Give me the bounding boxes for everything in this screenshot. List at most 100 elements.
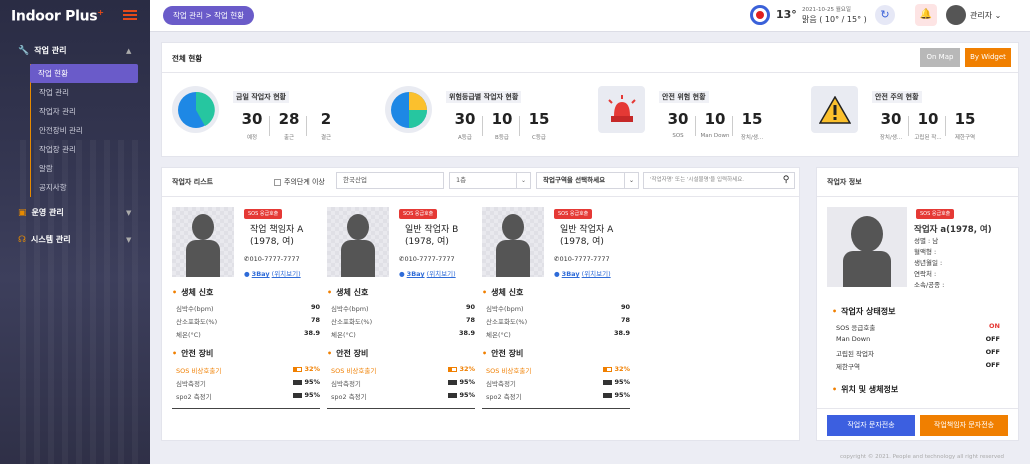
stat-value: 28 xyxy=(278,110,300,128)
sidebar-item-work-status[interactable]: 작업 현황 xyxy=(30,64,138,83)
stat-title: 금일 작업자 현황 xyxy=(233,91,289,103)
stat-title: 안전 위험 현황 xyxy=(659,91,709,103)
stat-label: Man Down xyxy=(700,133,730,139)
worker-card[interactable]: SOS 응급호출 일반 작업자 B (1978, 여) ✆010-7777-777… xyxy=(327,207,477,409)
sidebar-group-operation[interactable]: ▣ 운영 관리 ▼ xyxy=(18,207,131,218)
chevron-down-icon: ⌄ xyxy=(516,173,530,188)
checkbox[interactable] xyxy=(274,178,281,186)
worker-card[interactable]: SOS 응급호출 작업 책임자 A (1978, 여) ✆010-7777-777… xyxy=(172,207,322,409)
stat-label: C등급 xyxy=(532,135,546,141)
equipment-row: SOS 비상호출기 32% xyxy=(176,365,320,375)
stat-value: 30 xyxy=(667,110,689,128)
breadcrumb[interactable]: 작업 관리 > 작업 현황 xyxy=(163,6,255,25)
equipment-row: SOS 비상호출기 32% xyxy=(486,365,630,375)
by-widget-button[interactable]: By Widget xyxy=(965,48,1011,67)
equipment-row: SOS 비상호출기 32% xyxy=(331,365,475,375)
equipment-row: spo2 측정기 95% xyxy=(486,391,630,401)
sidebar-item-notice[interactable]: 공지사항 xyxy=(31,178,138,197)
vital-row: 산소포화도(%) 78 xyxy=(331,316,475,326)
sidebar-item-site-manage[interactable]: 작업장 관리 xyxy=(31,140,138,159)
username[interactable]: 관리자 ⌄ xyxy=(970,10,1001,21)
vitals-title: 생체 신호 xyxy=(172,287,213,298)
stat-value: 15 xyxy=(741,110,763,128)
worker-details: 성별 : 남 혈액형 : 생년월일 : 연락처 : 소속/공종 : xyxy=(914,237,945,289)
bell-icon[interactable]: 🔔 xyxy=(915,4,937,26)
on-map-button[interactable]: On Map xyxy=(920,48,960,67)
chevron-down-icon: ▼ xyxy=(126,235,132,244)
worker-photo xyxy=(482,207,544,277)
location-pin-icon: ● xyxy=(554,270,560,278)
stat-label: A등급 xyxy=(458,135,472,141)
app-logo[interactable]: Indoor Plus+ xyxy=(11,8,104,25)
battery-icon xyxy=(603,366,613,372)
stat-value: 2 xyxy=(320,110,332,128)
caution-checkbox[interactable]: 주의단계 이상 xyxy=(274,177,325,187)
sidebar-item-equipment-manage[interactable]: 안전장비 관리 xyxy=(31,121,138,140)
equipment-title: 안전 장비 xyxy=(172,348,213,359)
vital-row: 산소포화도(%) 78 xyxy=(486,316,630,326)
message-worker-button[interactable]: 작업자 문자전송 xyxy=(827,415,915,436)
battery-icon xyxy=(448,379,458,385)
worker-location[interactable]: ● 3Bay (위치보기) xyxy=(244,268,301,278)
stat-value: 15 xyxy=(954,110,976,128)
wrench-icon: 🔧 xyxy=(18,45,30,56)
stat-label: 출근 xyxy=(283,135,295,141)
zone-select[interactable]: 작업구역을 선택하세요 ⌄ xyxy=(536,172,639,189)
battery-icon xyxy=(293,366,303,372)
top-bar: 작업 관리 > 작업 현황 13° 2021-10-25 월요일 맑음 ( 10… xyxy=(150,0,1030,32)
worker-location[interactable]: ● 3Bay (위치보기) xyxy=(399,268,456,278)
stat-value: 10 xyxy=(704,110,726,128)
vital-row: 심박수(bpm) 90 xyxy=(331,303,475,313)
message-manager-button[interactable]: 작업책임자 문자전송 xyxy=(920,415,1008,436)
equipment-row: 심박측정기 95% xyxy=(486,378,630,388)
sidebar-item-work-manage[interactable]: 작업 관리 xyxy=(31,83,138,102)
worker-name: 일반 작업자 A (1978, 여) xyxy=(560,225,614,247)
temperature: 13° xyxy=(776,8,797,21)
floor-select[interactable]: 1층 ⌄ xyxy=(449,172,531,189)
worker-list-title: 작업자 리스트 xyxy=(172,178,214,186)
battery-icon xyxy=(603,392,613,398)
vitals-title: 생체 신호 xyxy=(327,287,368,298)
search-icon[interactable]: ⚲ xyxy=(778,173,794,188)
sidebar-submenu: 작업 현황 작업 관리 작업자 관리 안전장비 관리 작업장 관리 알람 공지사… xyxy=(30,64,138,197)
worker-location[interactable]: ● 3Bay (위치보기) xyxy=(554,268,611,278)
search-input[interactable]: '작업자명' 또는 '시설물명'을 입력하세요. ⚲ xyxy=(643,172,795,189)
worker-phone: ✆010-7777-7777 xyxy=(399,255,455,263)
vitals-title: 생체 신호 xyxy=(482,287,523,298)
location-pin-icon: ● xyxy=(244,270,250,278)
sidebar-group-work[interactable]: 🔧 작업 관리 ▲ xyxy=(18,45,131,56)
status-row: 고립된 작업자 OFF xyxy=(836,348,1000,358)
sos-badge: SOS 응급호출 xyxy=(916,209,955,219)
hamburger-menu-icon[interactable] xyxy=(123,10,137,20)
warning-icon xyxy=(811,86,858,133)
vital-row: 심박수(bpm) 90 xyxy=(486,303,630,313)
pie-icon xyxy=(172,86,219,133)
stat-value: 30 xyxy=(454,110,476,128)
stat-label: 장치/생... xyxy=(740,135,764,141)
worker-phone: ✆010-7777-7777 xyxy=(554,255,610,263)
status-row: SOS 응급호출 ON xyxy=(836,322,1000,332)
worker-name: 작업 책임자 A (1978, 여) xyxy=(250,225,304,247)
sidebar-item-alarm[interactable]: 알람 xyxy=(31,159,138,178)
status-row: 제한구역 OFF xyxy=(836,361,1000,371)
refresh-icon[interactable]: ↻ xyxy=(875,5,895,25)
equipment-row: spo2 측정기 95% xyxy=(176,391,320,401)
chevron-up-icon: ▲ xyxy=(126,46,132,55)
worker-card[interactable]: SOS 응급호출 일반 작업자 A (1978, 여) ✆010-7777-777… xyxy=(482,207,632,409)
sidebar: Indoor Plus+ 🔧 작업 관리 ▲ 작업 현황 작업 관리 작업자 관… xyxy=(0,0,150,464)
stat-label: 제한구역 xyxy=(954,135,976,141)
stat-value: 30 xyxy=(880,110,902,128)
sidebar-item-worker-manage[interactable]: 작업자 관리 xyxy=(31,102,138,121)
vital-row: 체온(°C) 38.9 xyxy=(486,329,630,339)
location-vitals-title: 위치 및 생체정보 xyxy=(832,384,898,395)
sos-badge: SOS 응급호출 xyxy=(244,209,283,219)
stat-title: 위험등급별 작업자 현황 xyxy=(446,91,522,103)
battery-icon xyxy=(293,392,303,398)
equipment-row: 심박측정기 95% xyxy=(176,378,320,388)
company-field[interactable]: 한국산업 xyxy=(336,172,444,189)
stat-label: 고립된 작... xyxy=(914,135,942,141)
battery-icon xyxy=(448,392,458,398)
avatar[interactable] xyxy=(946,5,966,25)
worker-info-title: 작업자 정보 xyxy=(827,178,862,186)
sidebar-group-system[interactable]: ☊ 시스템 관리 ▼ xyxy=(18,234,131,245)
